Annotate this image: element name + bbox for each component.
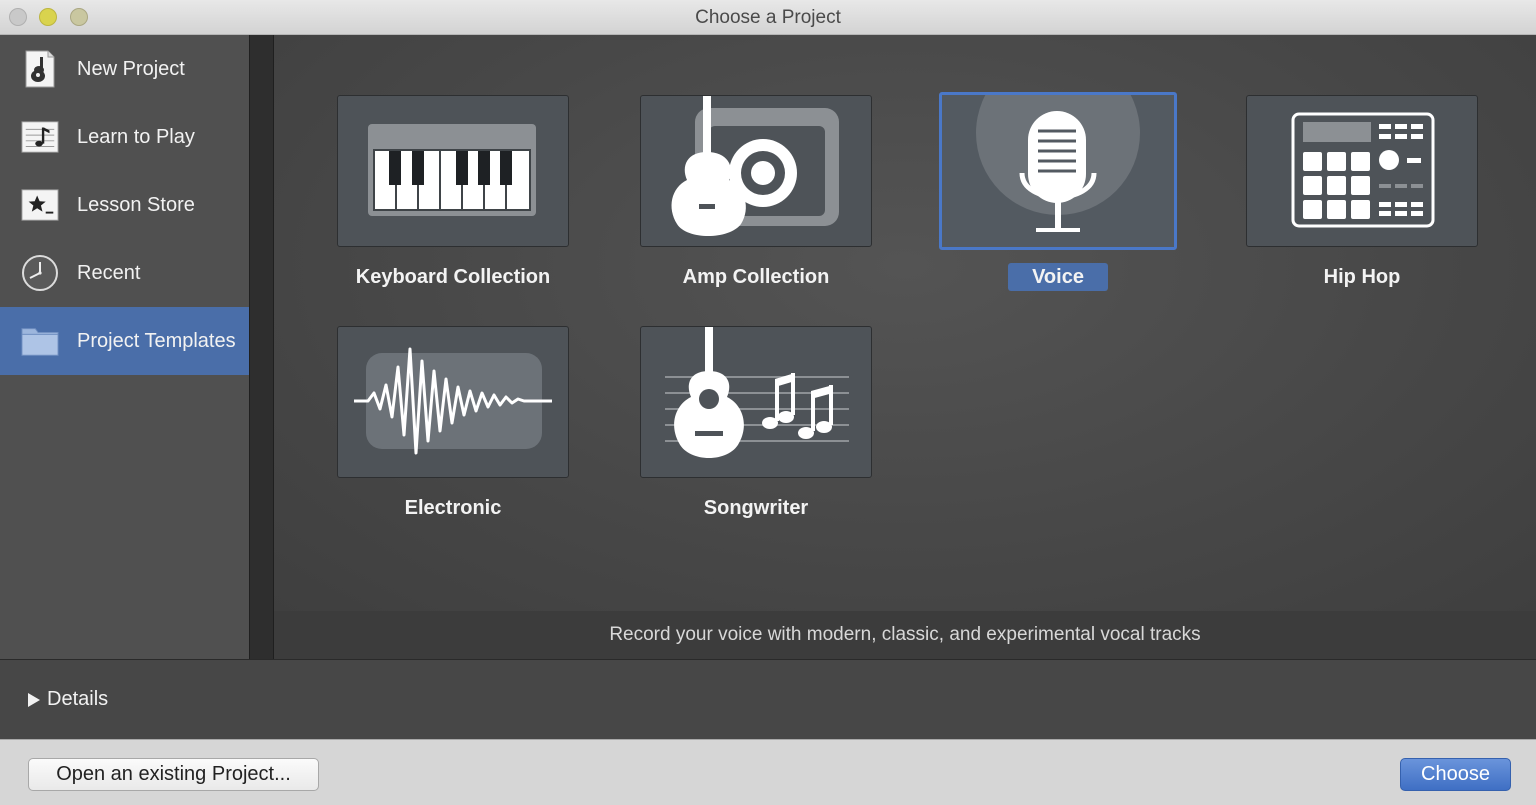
details-disclosure[interactable]: Details [27, 688, 108, 711]
template-tile-songwriter[interactable] [640, 326, 872, 478]
sidebar-item-lesson-store[interactable]: Lesson Store [0, 171, 249, 239]
template-tile-keyboard-collection[interactable] [337, 95, 569, 247]
selected-template-label: Voice [1008, 263, 1108, 291]
details-label: Details [47, 688, 109, 710]
details-section: Details [0, 659, 1536, 739]
template-label: Amp Collection [682, 266, 830, 288]
template-label: Electronic [404, 497, 502, 519]
waveform-icon [354, 347, 552, 455]
sidebar: New Project Learn to Play Lesson Store R… [0, 35, 250, 659]
disclosure-triangle-icon [28, 692, 40, 707]
sidebar-item-label: New Project [77, 57, 185, 80]
clock-icon [21, 253, 59, 293]
template-tile-electronic[interactable] [337, 326, 569, 478]
drum-machine-icon [1291, 112, 1435, 228]
sidebar-item-project-templates[interactable]: Project Templates [0, 307, 249, 375]
template-label: Hip Hop [1323, 266, 1401, 288]
sidebar-splitter[interactable] [249, 35, 274, 659]
open-existing-project-button[interactable]: Open an existing Project... [28, 758, 319, 791]
sidebar-item-label: Learn to Play [77, 125, 195, 148]
music-doc-icon [21, 117, 59, 157]
keyboard-icon [368, 124, 536, 216]
star-doc-icon [21, 185, 59, 225]
title-bar: Choose a Project [0, 0, 1536, 35]
template-tile-amp-collection[interactable] [640, 95, 872, 247]
sidebar-item-label: Project Templates [77, 329, 236, 352]
template-description: Record your voice with modern, classic, … [274, 611, 1536, 659]
sidebar-item-label: Lesson Store [77, 193, 195, 216]
amp-guitar-icon [671, 96, 839, 236]
sidebar-item-learn-to-play[interactable]: Learn to Play [0, 103, 249, 171]
guitar-doc-icon [21, 49, 59, 89]
templates-grid: Keyboard Collection Amp Collection Voice… [274, 35, 1536, 611]
folder-icon [21, 321, 59, 361]
template-label: Songwriter [703, 497, 809, 519]
sidebar-item-recent[interactable]: Recent [0, 239, 249, 307]
template-tile-voice[interactable] [939, 92, 1177, 250]
choose-button[interactable]: Choose [1400, 758, 1511, 791]
window-title: Choose a Project [695, 7, 841, 28]
sidebar-item-new-project[interactable]: New Project [0, 35, 249, 103]
template-label: Voice [942, 263, 1174, 291]
template-label: Keyboard Collection [355, 266, 551, 288]
bottom-button-bar: Open an existing Project... Choose [0, 739, 1536, 805]
microphone-icon [976, 95, 1140, 232]
acoustic-guitar-notes-icon [665, 327, 849, 458]
sidebar-item-label: Recent [77, 261, 141, 284]
template-tile-hip-hop[interactable] [1246, 95, 1478, 247]
